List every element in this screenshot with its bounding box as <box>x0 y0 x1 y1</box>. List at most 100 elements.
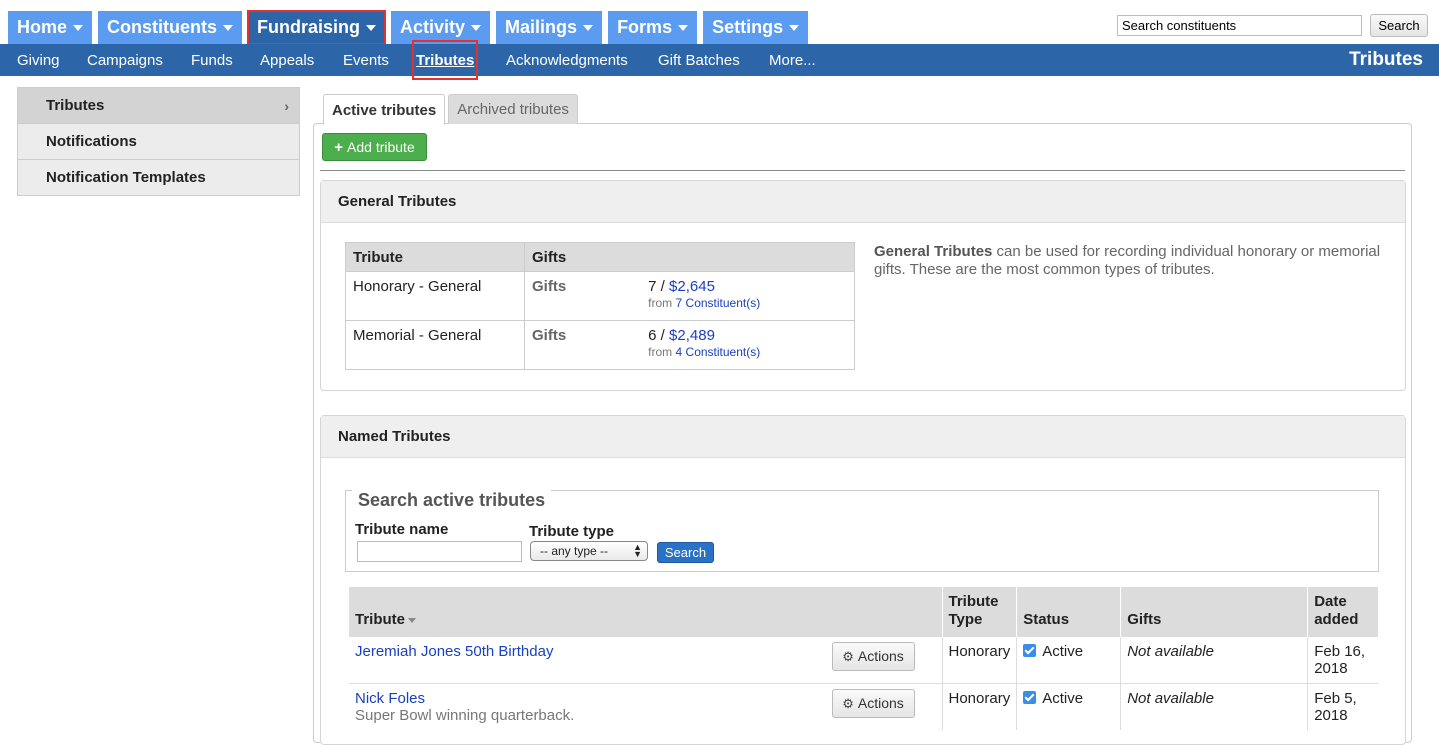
checkbox-checked-icon[interactable] <box>1023 644 1037 657</box>
column-header-tribute-type: Tribute Type <box>941 587 1017 637</box>
gifts-cell: Not available <box>1120 636 1308 684</box>
tribute-tabs: Active tributes Archived tributes <box>323 94 578 125</box>
actions-button[interactable]: ⚙ Actions <box>831 642 915 671</box>
column-header-tribute-label: Tribute <box>355 611 406 628</box>
sidebar-item-notifications[interactable]: Notifications <box>18 124 299 160</box>
nav-activity-label: Activity <box>400 17 466 37</box>
constituent-search-input[interactable] <box>1117 15 1362 36</box>
sidebar-item-tributes[interactable]: Tributes › <box>18 88 299 124</box>
caret-down-icon <box>583 24 594 31</box>
add-tribute-button[interactable]: + Add tribute <box>322 133 427 161</box>
subnav-funds[interactable]: Funds <box>191 44 233 76</box>
sidebar-item-label: Notifications <box>46 133 137 150</box>
gift-count: 6 / <box>648 327 665 344</box>
gift-amount-link[interactable]: $2,489 <box>669 327 715 344</box>
gear-icon: ⚙ <box>842 696 854 711</box>
subnav-campaigns[interactable]: Campaigns <box>87 44 163 76</box>
constituent-search-button[interactable]: Search <box>1370 14 1428 37</box>
column-header-date-added: Date added <box>1307 587 1378 637</box>
sort-caret-icon <box>408 617 417 623</box>
date-line1: Feb 16, <box>1314 643 1366 660</box>
gifts-value: Not available <box>1127 643 1214 660</box>
nav-mailings-label: Mailings <box>505 17 578 37</box>
from-label: from <box>648 345 673 359</box>
subnav-acknowledgments[interactable]: Acknowledgments <box>506 44 628 76</box>
column-header-date-line2: added <box>1314 611 1359 628</box>
caret-down-icon <box>366 24 377 31</box>
tribute-name-link[interactable]: Nick Foles <box>355 690 425 707</box>
chevron-right-icon: › <box>284 98 289 114</box>
nav-settings-label: Settings <box>712 17 784 37</box>
nav-home-label: Home <box>17 17 68 37</box>
gift-count: 7 / <box>648 278 665 295</box>
subnav-gift-batches[interactable]: Gift Batches <box>658 44 740 76</box>
date-line1: Feb 5, <box>1314 690 1357 707</box>
table-row: Memorial - General Gifts 6 / $2,489 from… <box>345 320 855 370</box>
tribute-type: Honorary <box>941 683 1017 730</box>
tab-archived-tributes[interactable]: Archived tributes <box>448 94 578 124</box>
tab-active-tributes[interactable]: Active tributes <box>323 94 446 125</box>
gifts-value: Not available <box>1127 690 1214 707</box>
status-label: Active <box>1042 690 1084 707</box>
nav-fundraising[interactable]: Fundraising <box>247 10 387 45</box>
plus-icon: + <box>334 138 344 156</box>
description-bold: General Tributes <box>874 243 993 260</box>
constituents-link[interactable]: 4 Constituent(s) <box>676 345 761 359</box>
subnav-tributes[interactable]: Tributes <box>411 40 479 80</box>
date-line2: 2018 <box>1314 660 1348 677</box>
tribute-name: Honorary - General <box>345 271 525 321</box>
status-cell: Active <box>1016 683 1121 730</box>
column-header-type-line2: Type <box>948 611 983 628</box>
nav-forms[interactable]: Forms <box>608 11 698 44</box>
nav-constituents-label: Constituents <box>107 17 218 37</box>
nav-mailings[interactable]: Mailings <box>496 11 603 44</box>
nav-activity[interactable]: Activity <box>391 11 491 44</box>
sidebar-item-label: Tributes <box>46 97 105 114</box>
actions-button[interactable]: ⚙ Actions <box>831 689 915 718</box>
table-row: Nick Foles Super Bowl winning quarterbac… <box>349 683 1378 730</box>
column-header-tribute[interactable]: Tribute <box>349 587 942 637</box>
search-tributes-button[interactable]: Search <box>657 542 714 563</box>
caret-down-icon <box>789 24 800 31</box>
nav-home[interactable]: Home <box>8 11 93 44</box>
gifts-label: Gifts <box>532 327 567 344</box>
caret-down-icon <box>471 24 482 31</box>
from-label: from <box>648 296 673 310</box>
tribute-type-select[interactable]: -- any type -- ▲ ▼ <box>530 541 648 561</box>
tribute-name-label: Tribute name <box>355 521 449 538</box>
nav-forms-label: Forms <box>617 17 673 37</box>
gear-icon: ⚙ <box>842 649 854 664</box>
constituents-link[interactable]: 7 Constituent(s) <box>676 296 761 310</box>
tribute-type: Honorary <box>941 636 1017 684</box>
subnav-appeals[interactable]: Appeals <box>260 44 314 76</box>
table-row: Honorary - General Gifts 7 / $2,645 from… <box>345 271 855 321</box>
main-nav: Home Constituents Fundraising Activity M… <box>8 10 809 45</box>
gifts-label: Gifts <box>532 278 567 295</box>
nav-settings[interactable]: Settings <box>703 11 809 44</box>
caret-down-icon <box>678 24 689 31</box>
subnav-more[interactable]: More... <box>769 44 816 76</box>
column-header-date-line1: Date <box>1314 593 1347 610</box>
column-header-gifts: Gifts <box>1120 587 1308 637</box>
column-header-type-line1: Tribute <box>948 593 999 610</box>
sidebar: Tributes › Notifications Notification Te… <box>17 87 300 196</box>
gifts-cell: Not available <box>1120 683 1308 730</box>
tribute-type-label: Tribute type <box>529 523 615 540</box>
sidebar-item-notification-templates[interactable]: Notification Templates <box>18 160 299 196</box>
subnav-events[interactable]: Events <box>343 44 389 76</box>
tribute-name-link[interactable]: Jeremiah Jones 50th Birthday <box>355 643 553 660</box>
subnav-giving[interactable]: Giving <box>17 44 60 76</box>
date-added: Feb 5, 2018 <box>1307 683 1378 730</box>
named-tributes-table: Tribute Tribute Type Status Gifts Date add… <box>349 587 1378 730</box>
date-line2: 2018 <box>1314 707 1348 724</box>
top-bar: Home Constituents Fundraising Activity M… <box>0 0 1439 45</box>
status-cell: Active <box>1016 636 1121 684</box>
checkbox-checked-icon[interactable] <box>1023 691 1037 704</box>
sidebar-item-label: Notification Templates <box>46 169 206 186</box>
table-row: Jeremiah Jones 50th Birthday ⚙ Actions Ho… <box>349 636 1378 684</box>
divider <box>320 170 1405 171</box>
tribute-name-input[interactable] <box>357 541 522 562</box>
actions-label: Actions <box>857 648 904 664</box>
gift-amount-link[interactable]: $2,645 <box>669 278 715 295</box>
nav-constituents[interactable]: Constituents <box>98 11 243 44</box>
